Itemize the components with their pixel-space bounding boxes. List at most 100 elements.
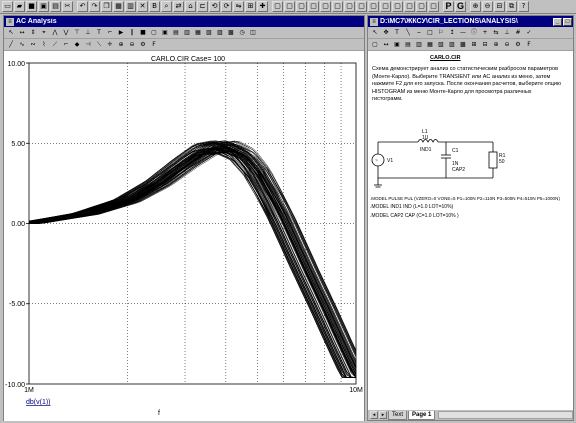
window-2-icon[interactable]: ▢ bbox=[284, 1, 295, 12]
stop-icon[interactable]: ■ bbox=[138, 28, 148, 38]
sch-arrow-icon[interactable]: ↥ bbox=[447, 28, 457, 38]
zoom-icon[interactable]: ⊕ bbox=[116, 40, 126, 50]
tile-icon[interactable]: ⊟ bbox=[494, 1, 505, 12]
sch-layout-4-icon[interactable]: ▤ bbox=[403, 40, 413, 50]
sch-plus-icon[interactable]: + bbox=[480, 28, 490, 38]
line-tool-icon[interactable]: ╱ bbox=[6, 40, 16, 50]
layout-2-icon[interactable]: ▣ bbox=[160, 28, 170, 38]
slope-2-icon[interactable]: ⟍ bbox=[94, 40, 104, 50]
slope-icon[interactable]: ⟋ bbox=[50, 40, 60, 50]
sch-check-icon[interactable]: ✓ bbox=[524, 28, 534, 38]
sch-font-icon[interactable]: F bbox=[524, 40, 534, 50]
horizontal-scrollbar[interactable] bbox=[438, 411, 573, 419]
maximize-icon[interactable]: □ bbox=[563, 17, 572, 26]
sch-swap-icon[interactable]: ⇆ bbox=[491, 28, 501, 38]
grid-icon[interactable]: ⊞ bbox=[245, 1, 256, 12]
window-11-icon[interactable]: ▢ bbox=[392, 1, 403, 12]
window-1-icon[interactable]: ▢ bbox=[272, 1, 283, 12]
step-icon[interactable]: ⌐ bbox=[61, 40, 71, 50]
scroll-left-icon[interactable]: ◂ bbox=[370, 411, 378, 419]
flip-icon[interactable]: ⟳ bbox=[221, 1, 232, 12]
run-icon[interactable]: ▶ bbox=[116, 28, 126, 38]
copy-icon[interactable]: ❐ bbox=[101, 1, 112, 12]
wave-3-icon[interactable]: ⌇ bbox=[39, 40, 49, 50]
schematic-canvas[interactable]: CARLO.CIR Схема демонстрирует анализ со … bbox=[368, 52, 573, 411]
schematic-titlebar[interactable]: ≡ D:\MC7\ЖКСУ\CIR_LECTIONS\ANALYSIS\ _ □ bbox=[368, 16, 573, 27]
find-icon[interactable]: ⌕ bbox=[161, 1, 172, 12]
sch-layout-10-icon[interactable]: ⊞ bbox=[469, 40, 479, 50]
layout-3-icon[interactable]: ▤ bbox=[171, 28, 181, 38]
layout-6-icon[interactable]: ▧ bbox=[204, 28, 214, 38]
p-button[interactable]: P bbox=[443, 1, 454, 12]
window-4-icon[interactable]: ▢ bbox=[308, 1, 319, 12]
new-file-icon[interactable]: ▭ bbox=[2, 1, 13, 12]
layout-1-icon[interactable]: ▢ bbox=[149, 28, 159, 38]
cut-icon[interactable]: ✂ bbox=[62, 1, 73, 12]
sch-flag-icon[interactable]: ⚐ bbox=[436, 28, 446, 38]
font-icon[interactable]: F bbox=[149, 40, 159, 50]
window-5-icon[interactable]: ▢ bbox=[320, 1, 331, 12]
scale-icon[interactable]: ↔ bbox=[17, 28, 27, 38]
zoom-in-icon[interactable]: ⊕ bbox=[470, 1, 481, 12]
text-tool-icon[interactable]: T bbox=[94, 28, 104, 38]
sch-layout-8-icon[interactable]: ▨ bbox=[447, 40, 457, 50]
window-7-icon[interactable]: ▢ bbox=[344, 1, 355, 12]
fit-icon[interactable]: ⇕ bbox=[28, 28, 38, 38]
shape-icon[interactable]: ⌂ bbox=[185, 1, 196, 12]
peak-icon[interactable]: ⋀ bbox=[50, 28, 60, 38]
sch-layout-5-icon[interactable]: ▥ bbox=[414, 40, 424, 50]
window-12-icon[interactable]: ▢ bbox=[404, 1, 415, 12]
wave-2-icon[interactable]: ∾ bbox=[28, 40, 38, 50]
zoom-out-plot-icon[interactable]: ⊖ bbox=[127, 40, 137, 50]
window-6-icon[interactable]: ▢ bbox=[332, 1, 343, 12]
clock-icon[interactable]: ◷ bbox=[237, 28, 247, 38]
bookmark-icon[interactable]: ◫ bbox=[248, 28, 258, 38]
window-3-icon[interactable]: ▢ bbox=[296, 1, 307, 12]
schematic-menu-icon[interactable]: ≡ bbox=[370, 17, 378, 26]
sch-layout-7-icon[interactable]: ▧ bbox=[436, 40, 446, 50]
tag-icon[interactable]: ⌐ bbox=[105, 28, 115, 38]
zoom-out-icon[interactable]: ⊖ bbox=[482, 1, 493, 12]
sch-pan-icon[interactable]: ✥ bbox=[381, 28, 391, 38]
sch-dash-icon[interactable]: — bbox=[458, 28, 468, 38]
wave-1-icon[interactable]: ∿ bbox=[17, 40, 27, 50]
properties-icon[interactable]: ⚙ bbox=[138, 40, 148, 50]
scroll-right-icon[interactable]: ▸ bbox=[379, 411, 387, 419]
sch-box-icon[interactable]: □ bbox=[425, 28, 435, 38]
ac-plot[interactable]: CARLO.CIR Case= 100 10.00 5.00 0.00 -5.0… bbox=[4, 53, 364, 421]
minimize-icon[interactable]: _ bbox=[553, 17, 562, 26]
redo-icon[interactable]: ↷ bbox=[89, 1, 100, 12]
g-button[interactable]: G bbox=[455, 1, 466, 12]
sch-zoom-icon[interactable]: ⊕ bbox=[491, 40, 501, 50]
pause-icon[interactable]: ‖ bbox=[127, 28, 137, 38]
layout-8-icon[interactable]: ▩ bbox=[226, 28, 236, 38]
sch-layout-9-icon[interactable]: ▩ bbox=[458, 40, 468, 50]
mirror-icon[interactable]: ⇋ bbox=[233, 1, 244, 12]
sch-node-icon[interactable]: ⊥ bbox=[502, 28, 512, 38]
sch-layout-1-icon[interactable]: ▢ bbox=[370, 40, 380, 50]
paste-icon[interactable]: ▦ bbox=[113, 1, 124, 12]
sch-layout-3-icon[interactable]: ▣ bbox=[392, 40, 402, 50]
sch-zoom-out-icon[interactable]: ⊖ bbox=[502, 40, 512, 50]
sch-wire-icon[interactable]: ╲ bbox=[403, 28, 413, 38]
align-icon[interactable]: ⊣ bbox=[83, 40, 93, 50]
sch-layout-2-icon[interactable]: ↔ bbox=[381, 40, 391, 50]
window-menu-icon[interactable]: ≡ bbox=[6, 17, 14, 26]
clipboard-icon[interactable]: ▥ bbox=[125, 1, 136, 12]
sch-select-icon[interactable]: ↖ bbox=[370, 28, 380, 38]
window-14-icon[interactable]: ▢ bbox=[428, 1, 439, 12]
window-8-icon[interactable]: ▢ bbox=[356, 1, 367, 12]
window-9-icon[interactable]: ▢ bbox=[368, 1, 379, 12]
high-icon[interactable]: ⊤ bbox=[72, 28, 82, 38]
valley-icon[interactable]: ⋁ bbox=[61, 28, 71, 38]
replace-icon[interactable]: ⇄ bbox=[173, 1, 184, 12]
low-icon[interactable]: ⊥ bbox=[83, 28, 93, 38]
crosshair-icon[interactable]: ✛ bbox=[105, 40, 115, 50]
print-icon[interactable]: ▤ bbox=[50, 1, 61, 12]
expression-label[interactable]: db(v(1)) bbox=[26, 399, 51, 406]
window-13-icon[interactable]: ▢ bbox=[416, 1, 427, 12]
tab-text[interactable]: Text bbox=[388, 410, 408, 420]
tab-page-1[interactable]: Page 1 bbox=[408, 410, 436, 420]
sch-layout-11-icon[interactable]: ⊟ bbox=[480, 40, 490, 50]
undo-icon[interactable]: ↶ bbox=[77, 1, 88, 12]
